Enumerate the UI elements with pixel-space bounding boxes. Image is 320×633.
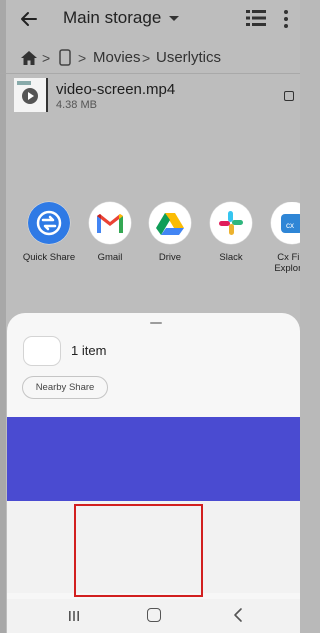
chevron-right-icon: >	[142, 50, 151, 66]
preview-area	[7, 417, 300, 501]
share-target-cx-file-explorer[interactable]: cx Cx File Explorer	[259, 202, 300, 282]
storage-selector[interactable]: Main storage	[63, 8, 180, 28]
play-icon	[22, 88, 38, 104]
app-label: Slack	[219, 252, 243, 263]
app-label: Gmail	[97, 252, 123, 263]
phone-storage-icon[interactable]	[59, 49, 71, 66]
share-target-gmail[interactable]: Gmail	[77, 202, 143, 282]
app-label: Cx File Explorer	[274, 252, 300, 274]
chevron-right-icon: >	[78, 50, 87, 66]
breadcrumb-movies[interactable]: Movies	[93, 49, 141, 66]
page-title: Main storage	[63, 8, 162, 27]
app-label: Quick Share	[22, 252, 76, 263]
home-icon[interactable]	[20, 50, 38, 66]
quick-share-icon	[28, 202, 70, 244]
list-view-icon[interactable]	[246, 9, 266, 27]
chevron-right-icon: >	[42, 50, 51, 66]
app-label: Drive	[158, 252, 182, 263]
system-nav-bar	[7, 599, 300, 633]
divider	[0, 73, 300, 74]
app-row-background	[7, 501, 300, 593]
nearby-share-button[interactable]: Nearby Share	[22, 376, 108, 399]
svg-text:cx: cx	[286, 221, 294, 230]
home-button-icon[interactable]	[147, 608, 161, 622]
more-options-icon[interactable]	[282, 8, 290, 30]
share-sheet: 1 item Nearby Share	[7, 313, 300, 633]
nav-back-icon[interactable]	[231, 607, 245, 623]
chevron-down-icon	[169, 15, 180, 21]
drive-icon	[149, 202, 191, 244]
screen: Main storage > > Movies > Userlytics vid…	[0, 0, 300, 633]
thumbnail-detail	[17, 81, 31, 85]
drag-handle[interactable]	[150, 322, 162, 324]
shared-item-thumbnail	[23, 336, 61, 366]
item-count: 1 item	[71, 343, 107, 358]
file-size: 4.38 MB	[56, 99, 97, 111]
gmail-icon	[89, 202, 131, 244]
select-checkbox[interactable]	[284, 91, 294, 101]
cx-file-explorer-icon: cx	[271, 202, 300, 244]
share-target-quick-share[interactable]: Quick Share	[16, 202, 82, 282]
breadcrumb-userlytics[interactable]: Userlytics	[156, 49, 221, 66]
file-list-item[interactable]: video-screen.mp4 4.38 MB	[0, 78, 300, 116]
recent-apps-icon[interactable]	[68, 610, 80, 622]
slack-icon	[210, 202, 252, 244]
share-target-drive[interactable]: Drive	[137, 202, 203, 282]
file-name: video-screen.mp4	[56, 81, 176, 98]
back-arrow-icon[interactable]	[18, 8, 40, 30]
share-target-slack[interactable]: Slack	[198, 202, 264, 282]
video-thumbnail	[14, 78, 48, 112]
